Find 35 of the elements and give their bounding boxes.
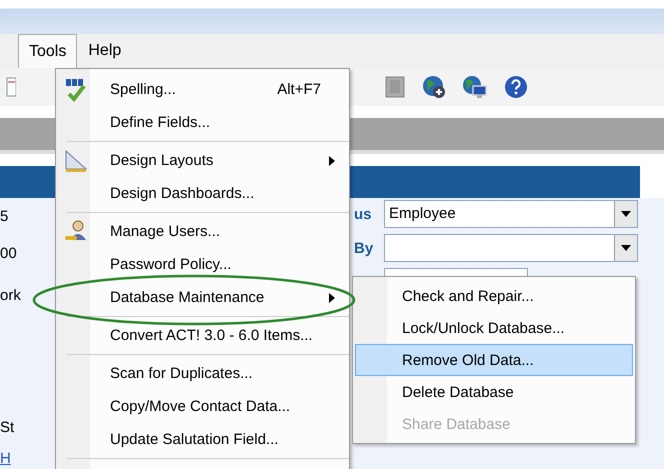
menu-item[interactable]: Scan for Duplicates... bbox=[56, 357, 349, 390]
menu-item[interactable]: Design Layouts bbox=[56, 144, 349, 177]
triangle-ruler-icon bbox=[64, 148, 88, 172]
menu-item[interactable]: Update Salutation Field... bbox=[56, 423, 349, 456]
menu-item[interactable]: Manage Users... bbox=[56, 215, 349, 248]
menu-item[interactable]: Lock/Unlock Database... bbox=[355, 312, 633, 344]
menu-bar-item[interactable]: Tools bbox=[18, 34, 78, 68]
field-label: ork bbox=[0, 287, 20, 304]
document-icon[interactable] bbox=[384, 75, 406, 99]
menu-item[interactable]: Copy/Move Contact Data... bbox=[56, 390, 349, 423]
menu-item[interactable]: Convert ACT! 3.0 - 6.0 Items... bbox=[56, 319, 349, 352]
text-field[interactable] bbox=[384, 268, 528, 276]
globe-plus-icon[interactable] bbox=[422, 75, 446, 99]
field-label: St bbox=[0, 419, 16, 436]
field-label: us bbox=[354, 206, 373, 222]
link-text[interactable]: H bbox=[0, 450, 20, 467]
submenu-arrow-icon bbox=[329, 292, 335, 302]
globe-monitor-icon[interactable] bbox=[462, 75, 488, 99]
dropdown-field[interactable] bbox=[384, 234, 638, 262]
spell-check-icon bbox=[64, 76, 88, 102]
field-label: 00 bbox=[0, 245, 18, 262]
dropdown-field[interactable]: Employee bbox=[384, 200, 638, 228]
menu-item[interactable]: Define Fields... bbox=[56, 106, 349, 139]
help-icon[interactable] bbox=[504, 75, 528, 99]
field-label: 5 bbox=[0, 208, 10, 225]
menu-item[interactable]: Check and Repair... bbox=[355, 280, 633, 312]
menu-item[interactable]: Remove Old Data... bbox=[355, 344, 633, 376]
menu-item[interactable]: Design Dashboards... bbox=[56, 177, 349, 210]
field-label: By bbox=[354, 240, 374, 256]
menu-item[interactable]: Password Policy... bbox=[56, 248, 349, 281]
submenu-arrow-icon bbox=[329, 156, 335, 166]
caret-icon bbox=[621, 211, 631, 217]
caret-icon bbox=[621, 245, 631, 251]
menu-item[interactable]: Delete Database bbox=[355, 376, 633, 408]
menu-bar-item[interactable]: Help bbox=[77, 34, 132, 68]
